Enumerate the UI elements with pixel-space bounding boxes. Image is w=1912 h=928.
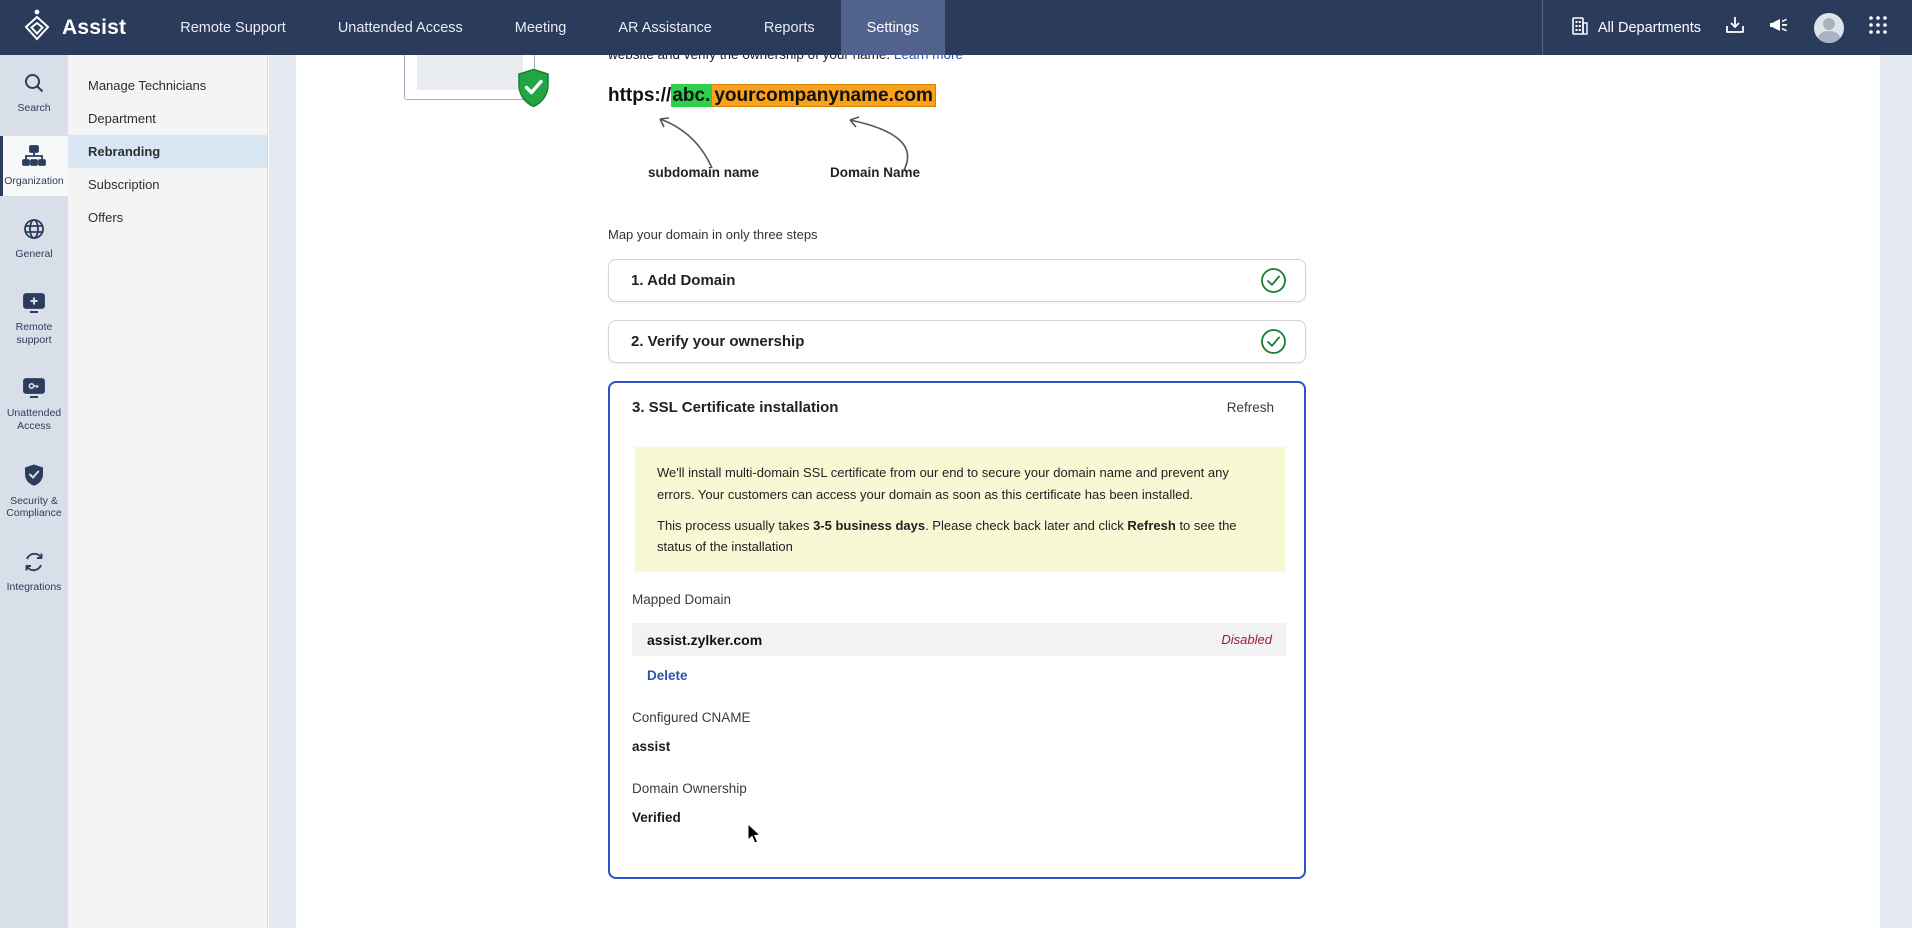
intro-text: website and verify the ownership of your…	[608, 55, 963, 62]
step-ssl-certificate-panel: 3. SSL Certificate installation Refresh …	[608, 381, 1306, 879]
subdomain-caption: subdomain name	[648, 165, 759, 180]
download-icon[interactable]	[1725, 15, 1745, 40]
steps-heading: Map your domain in only three steps	[608, 227, 818, 242]
integrations-icon	[23, 551, 45, 577]
nav-item-meeting[interactable]: Meeting	[489, 0, 593, 55]
announcement-icon[interactable]	[1769, 15, 1790, 40]
rail-item-general[interactable]: General	[0, 209, 68, 269]
step-title: 1. Add Domain	[631, 272, 735, 289]
monitor-key-icon	[22, 377, 46, 403]
organization-submenu: Manage Technicians Department Rebranding…	[68, 55, 268, 928]
rail-item-organization[interactable]: Organization	[0, 136, 68, 196]
step-title: 3. SSL Certificate installation	[632, 399, 838, 416]
globe-icon	[23, 218, 45, 244]
notice-paragraph: This process usually takes 3-5 business …	[657, 515, 1263, 559]
brand-name: Assist	[62, 16, 126, 40]
search-icon	[23, 72, 45, 98]
submenu-item-offers[interactable]: Offers	[68, 201, 267, 234]
example-url: https://abc.yourcompanyname.com	[608, 85, 936, 107]
step-complete-icon	[1260, 328, 1287, 355]
url-protocol: https://	[608, 85, 671, 106]
rail-item-label: Organization	[4, 175, 64, 188]
learn-more-link[interactable]: Learn more	[894, 55, 963, 62]
step-complete-icon	[1260, 267, 1287, 294]
assist-logo-icon	[22, 8, 52, 47]
department-label: All Departments	[1598, 20, 1701, 36]
url-subdomain-highlight: abc.	[671, 84, 711, 107]
green-shield-check-icon	[517, 68, 550, 113]
domain-caption: Domain Name	[830, 165, 920, 180]
nav-item-ar-assistance[interactable]: AR Assistance	[592, 0, 738, 55]
building-icon	[1571, 16, 1589, 40]
zoho-assist-app: Assist Remote Support Unattended Access …	[0, 0, 1912, 928]
org-chart-icon	[22, 145, 46, 171]
url-domain-highlight: yourcompanyname.com	[711, 84, 936, 107]
nav-item-remote-support[interactable]: Remote Support	[154, 0, 312, 55]
notice-paragraph: We'll install multi-domain SSL certifica…	[657, 462, 1263, 506]
rebranding-content: website and verify the ownership of your…	[296, 55, 1880, 928]
rail-item-label: Integrations	[7, 581, 62, 594]
rail-item-integrations[interactable]: Integrations	[0, 542, 68, 602]
submenu-item-rebranding[interactable]: Rebranding	[68, 135, 267, 168]
department-selector[interactable]: All Departments	[1571, 16, 1701, 40]
browser-window-inner	[417, 55, 523, 90]
settings-icon-rail: Search Organization	[0, 55, 68, 928]
primary-nav: Remote Support Unattended Access Meeting…	[154, 0, 945, 55]
monitor-plus-icon	[22, 292, 46, 318]
user-avatar[interactable]	[1814, 13, 1844, 43]
submenu-item-department[interactable]: Department	[68, 102, 267, 135]
ssl-info-notice: We'll install multi-domain SSL certifica…	[635, 447, 1285, 572]
delete-domain-button[interactable]: Delete	[647, 668, 688, 683]
rail-item-unattended-access[interactable]: Unattended Access	[0, 368, 68, 441]
content-left-gutter	[269, 55, 296, 928]
app-grid-icon[interactable]	[1868, 15, 1888, 40]
domain-status-badge: Disabled	[1221, 632, 1272, 647]
cname-label: Configured CNAME	[632, 710, 751, 725]
mouse-cursor	[747, 823, 763, 850]
step-title: 2. Verify your ownership	[631, 333, 804, 350]
navbar-right: All Departments	[1542, 0, 1912, 55]
nav-item-reports[interactable]: Reports	[738, 0, 841, 55]
ownership-label: Domain Ownership	[632, 781, 747, 796]
rail-item-search[interactable]: Search	[0, 63, 68, 123]
mapped-domain-label: Mapped Domain	[632, 592, 731, 607]
rail-item-label: Search	[17, 102, 50, 115]
mapped-domain-value: assist.zylker.com	[647, 632, 762, 648]
rail-item-security-compliance[interactable]: Security & Compliance	[0, 454, 68, 529]
content-scrollbar-track[interactable]	[1880, 55, 1912, 928]
rail-item-remote-support[interactable]: Remote support	[0, 283, 68, 356]
brand[interactable]: Assist	[0, 0, 154, 55]
shield-check-icon	[23, 463, 45, 491]
mapped-domain-row: assist.zylker.com Disabled	[632, 623, 1286, 656]
cname-value: assist	[632, 739, 670, 754]
rail-item-label: Unattended Access	[5, 407, 63, 432]
submenu-item-subscription[interactable]: Subscription	[68, 168, 267, 201]
nav-item-settings[interactable]: Settings	[841, 0, 945, 55]
step-verify-ownership[interactable]: 2. Verify your ownership	[608, 320, 1306, 363]
nav-item-unattended-access[interactable]: Unattended Access	[312, 0, 489, 55]
refresh-button[interactable]: Refresh	[1227, 400, 1274, 415]
rail-item-label: Remote support	[5, 321, 63, 346]
submenu-item-manage-technicians[interactable]: Manage Technicians	[68, 69, 267, 102]
step-add-domain[interactable]: 1. Add Domain	[608, 259, 1306, 302]
rail-item-label: General	[15, 248, 52, 261]
ownership-value: Verified	[632, 810, 681, 825]
top-navbar: Assist Remote Support Unattended Access …	[0, 0, 1912, 55]
rail-item-label: Security & Compliance	[5, 495, 63, 520]
